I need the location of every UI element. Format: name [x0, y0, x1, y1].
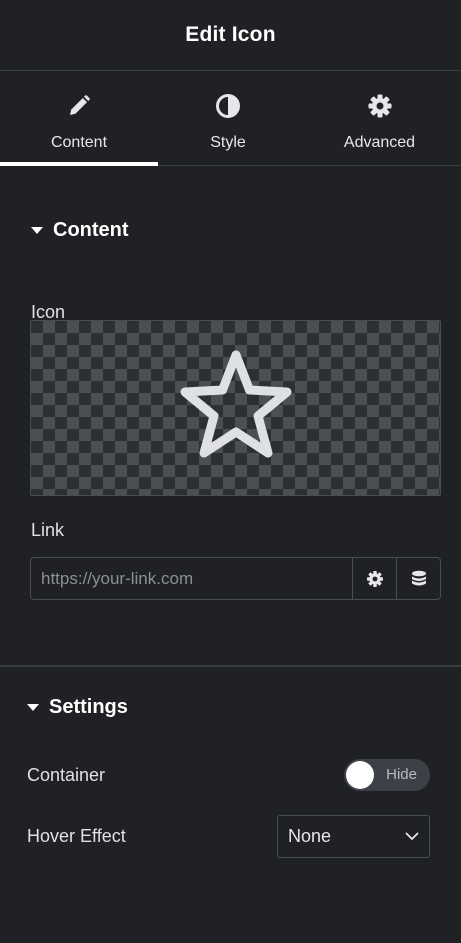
tab-advanced[interactable]: Advanced	[298, 71, 461, 165]
gear-icon	[367, 93, 393, 119]
pencil-icon	[66, 93, 92, 119]
content-section-toggle[interactable]: Content	[31, 218, 441, 242]
content-section-title: Content	[53, 218, 129, 241]
active-tab-indicator	[0, 162, 158, 166]
link-label: Link	[31, 520, 65, 540]
star-icon	[180, 350, 291, 458]
section-divider	[0, 665, 461, 667]
dynamic-tags-button[interactable]	[396, 558, 440, 599]
link-options-button[interactable]	[352, 558, 396, 599]
content-section: Content Icon	[31, 218, 441, 323]
container-toggle[interactable]: Hide	[344, 759, 430, 791]
container-label: Container	[27, 765, 106, 785]
hover-effect-label: Hover Effect	[27, 826, 126, 846]
gear-icon	[366, 570, 383, 587]
page-title: Edit Icon	[185, 23, 276, 46]
tab-style-label: Style	[210, 134, 246, 151]
link-input[interactable]	[31, 558, 352, 599]
tab-bar: Content Style Advanced	[0, 71, 461, 166]
toggle-knob	[346, 761, 374, 789]
contrast-icon	[215, 93, 241, 119]
panel-header: Edit Icon	[0, 0, 461, 71]
hover-effect-select[interactable]: None	[277, 815, 430, 858]
settings-section-toggle[interactable]: Settings	[27, 695, 128, 719]
edit-icon-panel: Edit Icon Content Style Advanced Content…	[0, 0, 461, 943]
chevron-down-icon	[405, 832, 419, 840]
tab-style[interactable]: Style	[158, 71, 298, 165]
tab-content-label: Content	[50, 134, 108, 151]
link-field-group	[30, 557, 441, 600]
icon-picker[interactable]	[30, 320, 441, 496]
hover-effect-value: None	[288, 826, 332, 846]
tab-content[interactable]: Content	[0, 71, 158, 165]
database-icon	[411, 570, 426, 585]
tab-advanced-label: Advanced	[343, 134, 416, 151]
caret-down-icon	[27, 703, 39, 711]
caret-down-icon	[31, 226, 43, 234]
toggle-text: Hide	[386, 766, 417, 783]
settings-section-title: Settings	[49, 695, 128, 718]
